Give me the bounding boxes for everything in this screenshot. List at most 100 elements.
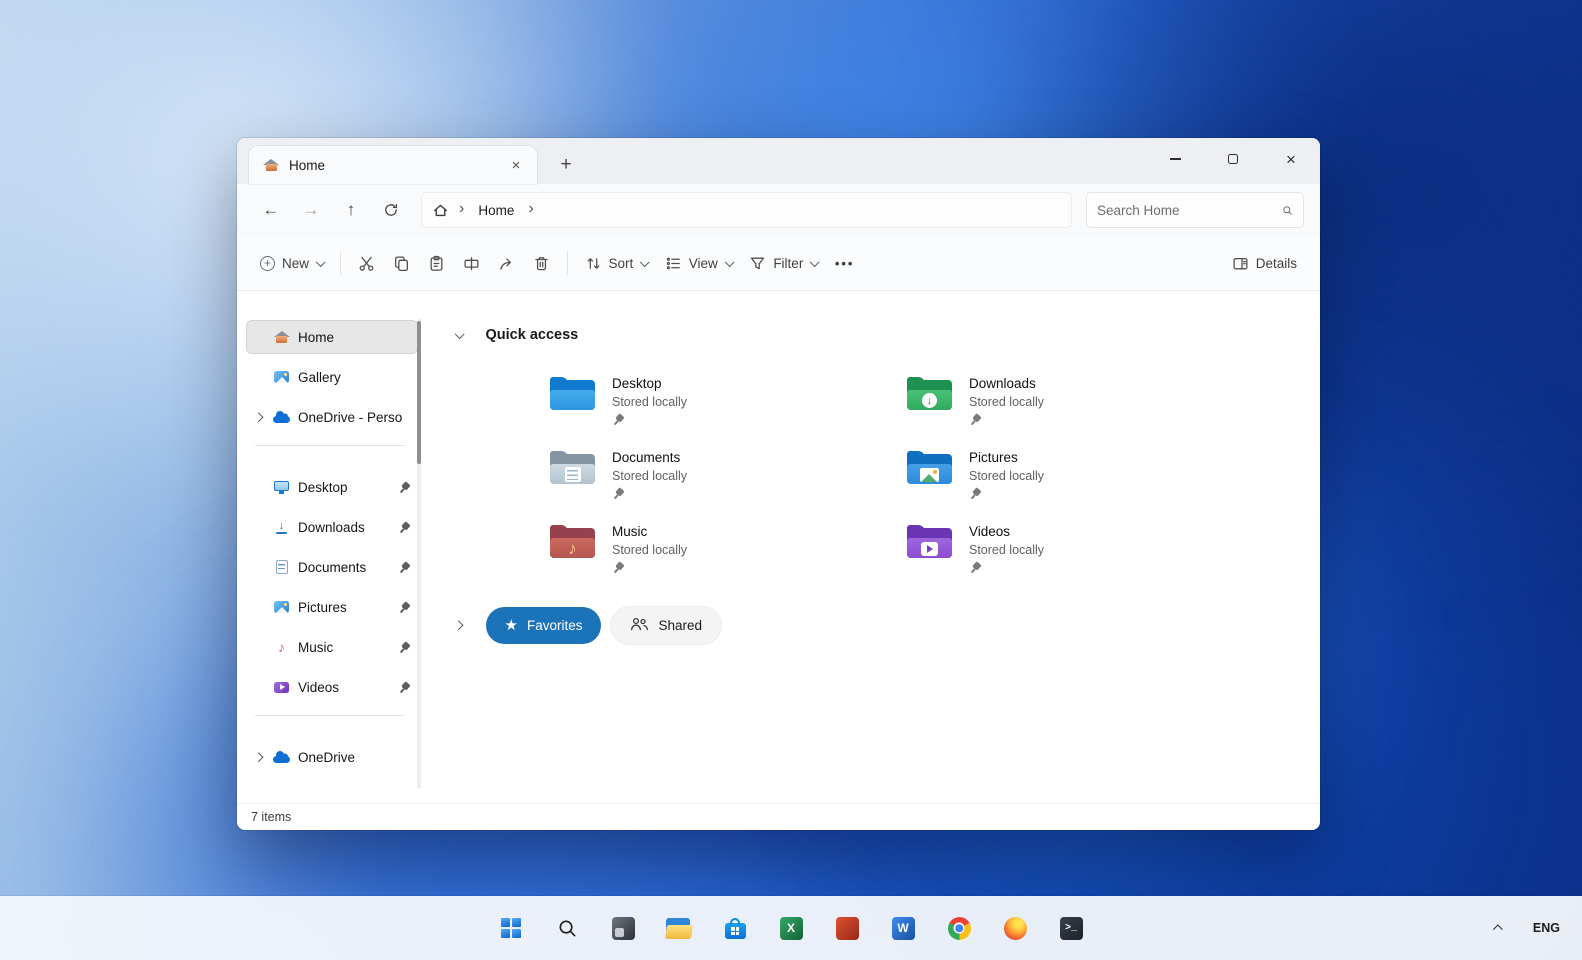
back-button[interactable]: ←: [253, 193, 289, 227]
new-tab-button[interactable]: +: [551, 150, 581, 180]
breadcrumb-bar[interactable]: › Home ›: [421, 192, 1072, 228]
toolbar-separator: [339, 251, 341, 275]
new-button-label: New: [282, 255, 310, 271]
folder-subtitle: Stored locally: [612, 395, 688, 409]
file-explorer-icon: [665, 917, 693, 939]
chevron-right-icon[interactable]: [253, 752, 263, 762]
folder-tile-music[interactable]: ♪ Music Stored locally: [547, 521, 877, 581]
folder-name: Desktop: [612, 376, 662, 391]
cut-button[interactable]: [349, 245, 384, 281]
chrome-button[interactable]: [938, 907, 980, 949]
close-button[interactable]: ×: [1262, 138, 1320, 180]
details-button[interactable]: Details: [1223, 245, 1306, 281]
share-icon: [499, 257, 511, 270]
excel-button[interactable]: X: [770, 907, 812, 949]
forward-button[interactable]: →: [293, 193, 329, 227]
paste-button[interactable]: [419, 245, 454, 281]
delete-button[interactable]: [524, 245, 559, 281]
filter-button-label: Filter: [773, 255, 804, 271]
pin-icon: [395, 478, 413, 496]
sidebar-divider: [255, 715, 405, 716]
copy-icon: [394, 255, 408, 271]
sidebar-item-downloads[interactable]: ↓ Downloads: [247, 511, 417, 543]
downloads-folder-icon: ↓: [906, 375, 953, 414]
refresh-button[interactable]: [373, 193, 409, 227]
sidebar-item-pictures[interactable]: Pictures: [247, 591, 417, 623]
chevron-up-icon[interactable]: [1493, 924, 1503, 935]
pin-icon: [966, 558, 984, 576]
start-button[interactable]: [490, 907, 532, 949]
share-button[interactable]: [489, 245, 524, 281]
folder-tile-desktop[interactable]: Desktop Stored locally: [547, 373, 877, 433]
shared-pill-label: Shared: [658, 618, 703, 633]
rename-button[interactable]: [454, 245, 489, 281]
desktop-icon: [272, 480, 291, 494]
folder-tile-documents[interactable]: Documents Stored locally: [547, 447, 877, 507]
firefox-button[interactable]: [994, 907, 1036, 949]
window-controls: ×: [1146, 138, 1320, 180]
breadcrumb-item-home[interactable]: Home: [474, 203, 518, 218]
folder-tile-downloads[interactable]: ↓ Downloads Stored locally: [904, 373, 1234, 433]
terminal-button[interactable]: >_: [1050, 907, 1092, 949]
microsoft-store-button[interactable]: [714, 907, 756, 949]
up-button[interactable]: ↑: [333, 193, 369, 227]
sidebar-divider: [255, 445, 405, 446]
language-indicator[interactable]: ENG: [1533, 921, 1560, 935]
word-button[interactable]: W: [882, 907, 924, 949]
documents-icon: [272, 560, 291, 574]
minimize-button[interactable]: [1146, 138, 1204, 180]
search-icon: [1283, 205, 1292, 215]
favorites-pill-button[interactable]: ★ Favorites: [485, 607, 602, 644]
folder-tile-pictures[interactable]: Pictures Stored locally: [904, 447, 1234, 507]
sidebar-item-label: Desktop: [298, 479, 348, 495]
sidebar-item-desktop[interactable]: Desktop: [247, 471, 417, 503]
more-options-button[interactable]: •••: [826, 245, 864, 281]
sidebar-item-videos[interactable]: Videos: [247, 671, 417, 703]
sidebar-item-label: OneDrive: [298, 749, 356, 765]
sidebar-item-gallery[interactable]: Gallery: [247, 361, 417, 393]
chevron-right-icon[interactable]: [253, 412, 263, 422]
chevron-down-icon[interactable]: [455, 328, 465, 339]
taskbar-search-button[interactable]: [546, 907, 588, 949]
copy-button[interactable]: [384, 245, 419, 281]
view-button[interactable]: View: [656, 245, 741, 281]
sidebar-item-documents[interactable]: Documents: [247, 551, 417, 583]
microsoft-store-icon: [724, 917, 746, 939]
folder-name: Documents: [612, 450, 681, 465]
sidebar-item-onedrive[interactable]: OneDrive: [247, 741, 417, 773]
filter-icon: [751, 257, 765, 269]
maximize-icon: [1228, 154, 1238, 164]
new-button[interactable]: + New: [251, 245, 332, 281]
chevron-down-icon: [810, 256, 820, 267]
pin-icon: [966, 484, 984, 502]
search-box[interactable]: [1086, 192, 1304, 228]
sort-button[interactable]: Sort: [576, 245, 656, 281]
search-input[interactable]: [1097, 202, 1274, 218]
breadcrumb-separator: ›: [459, 200, 465, 217]
folder-tile-videos[interactable]: Videos Stored locally: [904, 521, 1234, 581]
shared-pill-button[interactable]: Shared: [611, 607, 722, 644]
sidebar-item-home[interactable]: Home: [247, 321, 417, 353]
favorites-pill-label: Favorites: [526, 618, 583, 633]
rename-icon: [464, 256, 479, 270]
tab-close-icon[interactable]: ×: [505, 154, 527, 176]
sidebar-item-music[interactable]: ♪ Music: [247, 631, 417, 663]
tab-title: Home: [289, 157, 326, 173]
sidebar-item-label: Videos: [298, 679, 340, 695]
videos-folder-icon: [906, 523, 953, 562]
file-explorer-button[interactable]: [658, 907, 700, 949]
sidebar-item-onedrive-personal[interactable]: OneDrive - Perso: [247, 401, 417, 433]
powerpoint-button[interactable]: [826, 907, 868, 949]
taskbar-app-button[interactable]: [602, 907, 644, 949]
pictures-icon: [272, 601, 291, 613]
quick-access-header[interactable]: Quick access: [443, 327, 1300, 343]
sidebar-scrollbar-thumb[interactable]: [417, 321, 421, 464]
tab-home[interactable]: Home ×: [249, 146, 537, 184]
filter-button[interactable]: Filter: [740, 245, 826, 281]
chevron-down-icon: [316, 256, 326, 267]
music-folder-icon: ♪: [549, 523, 596, 562]
maximize-button[interactable]: [1204, 138, 1262, 180]
chevron-right-icon[interactable]: [453, 620, 463, 631]
taskbar: X W >_ ENG: [0, 896, 1582, 960]
folder-name: Downloads: [969, 376, 1036, 391]
